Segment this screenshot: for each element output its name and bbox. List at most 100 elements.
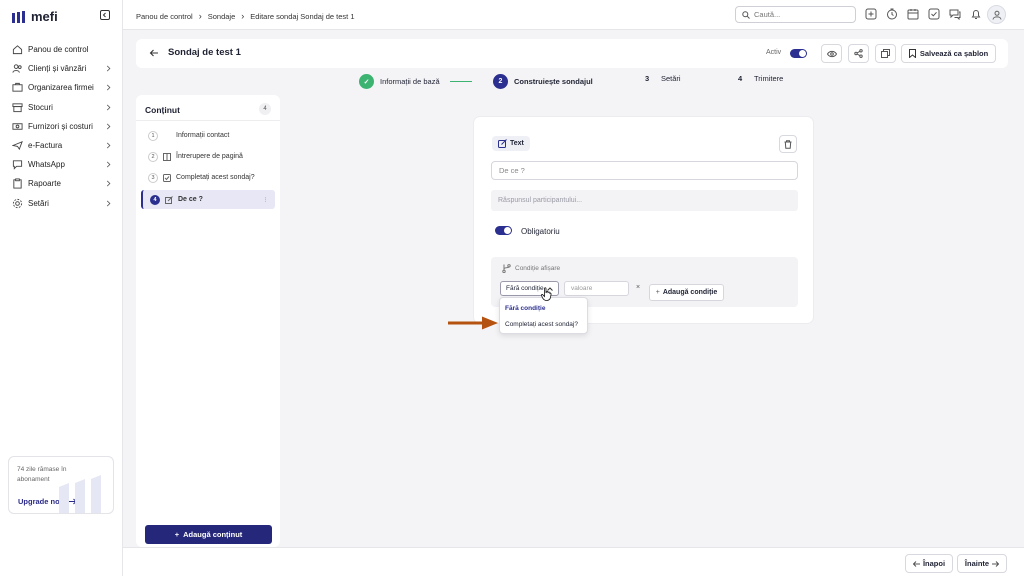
sidebar-nav: Panou de control Clienți și vânzări Orga…: [8, 40, 116, 213]
content-item-number: 2: [148, 151, 158, 162]
chevron-right-icon: [106, 104, 111, 111]
logo-text: mefi: [31, 9, 58, 24]
sidebar-item-settings[interactable]: Setări: [8, 194, 116, 213]
sidebar-item-stocks[interactable]: Stocuri: [8, 98, 116, 117]
content-count-badge: 4: [259, 103, 271, 115]
content-item[interactable]: 3 Completați acest sondaj?: [141, 168, 275, 187]
content-item[interactable]: 1 Informații contact: [141, 126, 275, 145]
search-box[interactable]: [735, 6, 856, 23]
required-toggle[interactable]: [495, 226, 512, 235]
back-arrow-icon[interactable]: [149, 48, 159, 58]
sidebar-item-clients[interactable]: Clienți și vânzări: [8, 59, 116, 78]
search-icon: [742, 10, 750, 19]
step-send[interactable]: 4 Trimitere: [738, 74, 783, 83]
content-item-number: 1: [148, 130, 158, 141]
active-label: Activ: [766, 49, 782, 56]
plane-icon: [12, 141, 23, 151]
task-check-icon[interactable]: [928, 8, 940, 20]
sidebar-item-whatsapp[interactable]: WhatsApp: [8, 155, 116, 174]
content-item-label: Completați acest sondaj?: [176, 174, 255, 181]
breadcrumb-surveys[interactable]: Sondaje: [208, 12, 236, 21]
step-settings[interactable]: 3 Setări: [645, 74, 681, 83]
content-item-label: De ce ?: [178, 196, 203, 203]
plus-icon: +: [655, 289, 660, 296]
active-toggle[interactable]: [790, 49, 807, 58]
chevron-right-icon: [106, 142, 111, 149]
avatar[interactable]: [987, 5, 1006, 24]
chevron-right-icon: [106, 161, 111, 168]
sidebar-item-suppliers[interactable]: Furnizori și costuri: [8, 117, 116, 136]
content-item-active[interactable]: 4 De ce ? ⋮: [141, 190, 275, 209]
back-button-label: Înapoi: [922, 559, 946, 568]
check-icon: ✓: [359, 74, 374, 89]
dropdown-option-no-condition[interactable]: Fără condiție: [505, 305, 545, 312]
money-icon: [12, 123, 23, 130]
checkbox-icon: [163, 173, 171, 182]
delete-question-button[interactable]: [779, 135, 797, 153]
condition-title: Condiție afișare: [502, 264, 560, 273]
next-button[interactable]: Înainte: [957, 554, 1007, 573]
collapse-sidebar-icon[interactable]: [100, 10, 110, 20]
page-break-icon: [163, 152, 171, 161]
calendar-icon[interactable]: [907, 8, 919, 20]
question-input[interactable]: De ce ?: [491, 161, 798, 180]
back-button[interactable]: Înapoi: [905, 554, 953, 573]
user-icon: [992, 10, 1001, 20]
content-panel-title: Conținut: [145, 105, 180, 115]
condition-select-value: Fără condiție: [506, 285, 544, 292]
content-panel: Conținut 4 1 Informații contact 2 Întrer…: [136, 95, 280, 547]
share-icon: [854, 49, 863, 58]
logo-watermark-icon: [59, 475, 101, 513]
step-connector: [450, 81, 472, 82]
timer-icon[interactable]: [886, 8, 898, 20]
save-as-template-label: Salvează ca șablon: [919, 49, 989, 58]
step-basic-info[interactable]: ✓ Informații de bază: [359, 74, 440, 89]
add-condition-button[interactable]: + Adaugă condiție: [649, 284, 724, 301]
step-number: 3: [645, 74, 650, 83]
sidebar-item-efactura[interactable]: e-Factura: [8, 136, 116, 155]
save-as-template-button[interactable]: Salvează ca șablon: [901, 44, 996, 63]
add-content-button[interactable]: + Adaugă conținut: [145, 525, 272, 544]
logo[interactable]: mefi: [12, 9, 58, 24]
breadcrumb-dashboard[interactable]: Panou de control: [136, 12, 193, 21]
bookmark-icon: [908, 49, 916, 58]
step-label: Informații de bază: [380, 77, 440, 86]
survey-header: Sondaj de test 1 Activ Salvează ca șablo…: [136, 39, 1008, 68]
duplicate-button[interactable]: [875, 44, 896, 63]
drag-handle-icon[interactable]: ⋮: [263, 197, 268, 203]
content-item-number: 4: [150, 194, 160, 205]
eye-icon: [826, 50, 837, 57]
remove-condition-icon[interactable]: ×: [636, 284, 640, 291]
sidebar-item-organization[interactable]: Organizarea firmei: [8, 78, 116, 97]
sidebar-item-label: Furnizori și costuri: [28, 121, 93, 131]
trash-icon: [784, 139, 792, 149]
sidebar-item-label: Stocuri: [28, 102, 53, 112]
sidebar: mefi Panou de control Clienți și vânzări…: [0, 0, 123, 576]
condition-dropdown: Fără condiție Completați acest sondaj?: [499, 297, 588, 334]
sidebar-item-reports[interactable]: Rapoarte: [8, 174, 116, 193]
users-icon: [12, 64, 22, 74]
messages-icon[interactable]: [949, 8, 961, 20]
logo-icon: [12, 10, 25, 23]
preview-button[interactable]: [821, 44, 842, 63]
step-number: 4: [738, 74, 743, 83]
content-item[interactable]: 2 Întrerupere de pagină: [141, 147, 275, 166]
content-item-label: Informații contact: [176, 132, 230, 139]
search-input[interactable]: [754, 10, 849, 19]
org-icon: [12, 83, 23, 93]
chevron-right-icon: [106, 123, 111, 130]
sidebar-item-dashboard[interactable]: Panou de control: [8, 40, 116, 59]
clipboard-icon: [13, 178, 22, 189]
add-icon[interactable]: [865, 8, 877, 20]
condition-value-input[interactable]: valoare: [564, 281, 629, 296]
step-label: Trimitere: [754, 74, 784, 83]
share-button[interactable]: [848, 44, 869, 63]
sidebar-item-label: Panou de control: [28, 45, 89, 55]
question-type-label: Text: [510, 140, 524, 147]
step-number: 2: [493, 74, 508, 89]
step-build-survey[interactable]: 2 Construiește sondajul: [493, 74, 593, 89]
bell-icon[interactable]: [970, 8, 982, 20]
dropdown-option-complete-survey[interactable]: Completați acest sondaj?: [505, 321, 578, 328]
blank-icon: [163, 132, 171, 140]
footer: Înapoi Înainte: [123, 547, 1024, 576]
